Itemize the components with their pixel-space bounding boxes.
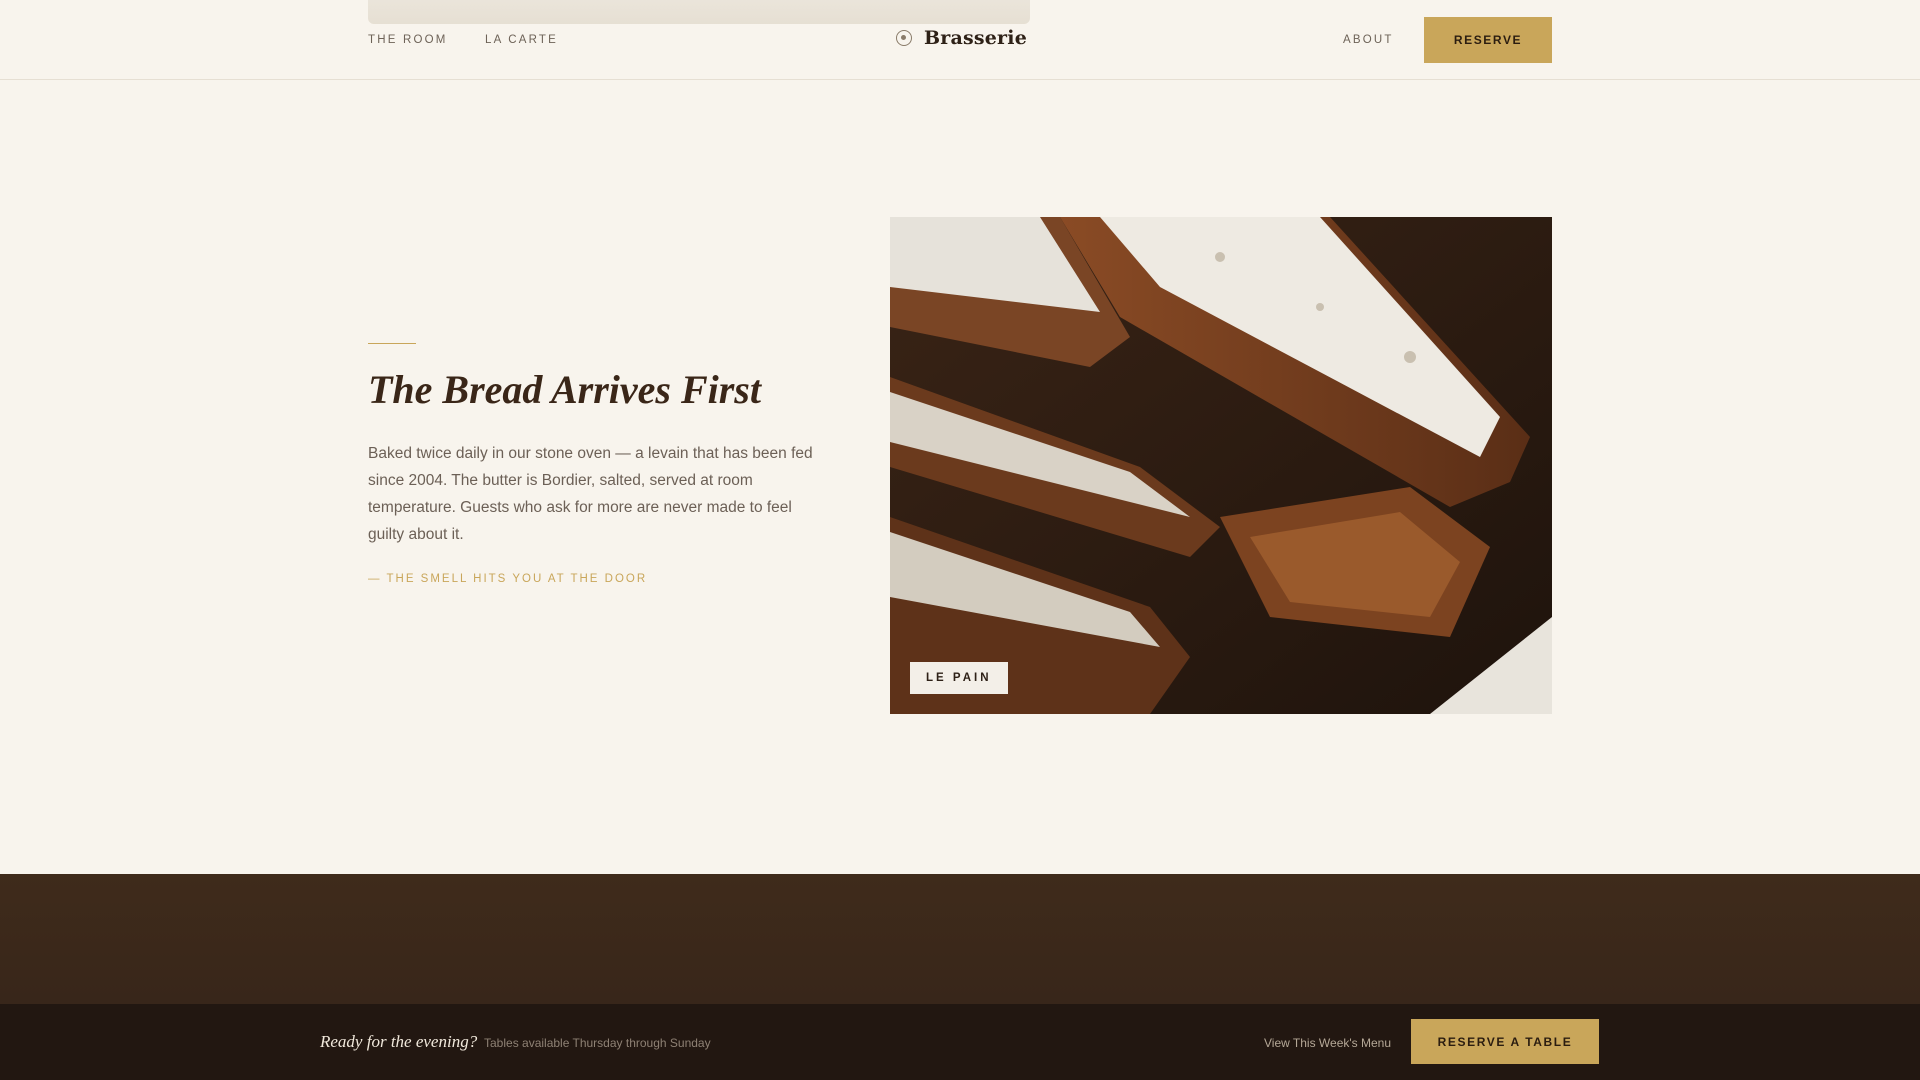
availability-note: Tables available Thursday through Sunday [484,1036,711,1050]
bread-illustration [890,217,1552,714]
nav-la-carte[interactable]: LA CARTE [485,34,558,46]
feature-tagline: — THE SMELL HITS YOU AT THE DOOR [368,573,648,585]
brand-mark-icon [896,30,912,46]
dark-band [0,874,1920,1004]
reserve-table-button[interactable]: RESERVE A TABLE [1411,1019,1599,1064]
image-caption-badge: LE PAIN [910,662,1008,694]
reserve-button[interactable]: RESERVE [1424,17,1552,63]
site-header: THE ROOM LA CARTE Brasserie ABOUT RESERV… [0,0,1920,80]
accent-rule [368,343,416,344]
nav-about[interactable]: ABOUT [1343,34,1394,46]
feature-body: Baked twice daily in our stone oven — a … [368,445,813,543]
nav-the-room[interactable]: THE ROOM [368,34,448,46]
view-menu-link[interactable]: View This Week's Menu [1264,1036,1391,1050]
brand-name: Brasserie [924,27,1027,49]
feature-title: The Bread Arrives First [368,367,761,412]
bread-photo: LE PAIN [890,217,1552,714]
reservation-prompt: Ready for the evening? [320,1032,478,1051]
brand-logo[interactable]: Brasserie [896,27,1027,49]
reservation-bar: Ready for the evening? Tables available … [0,1004,1920,1080]
